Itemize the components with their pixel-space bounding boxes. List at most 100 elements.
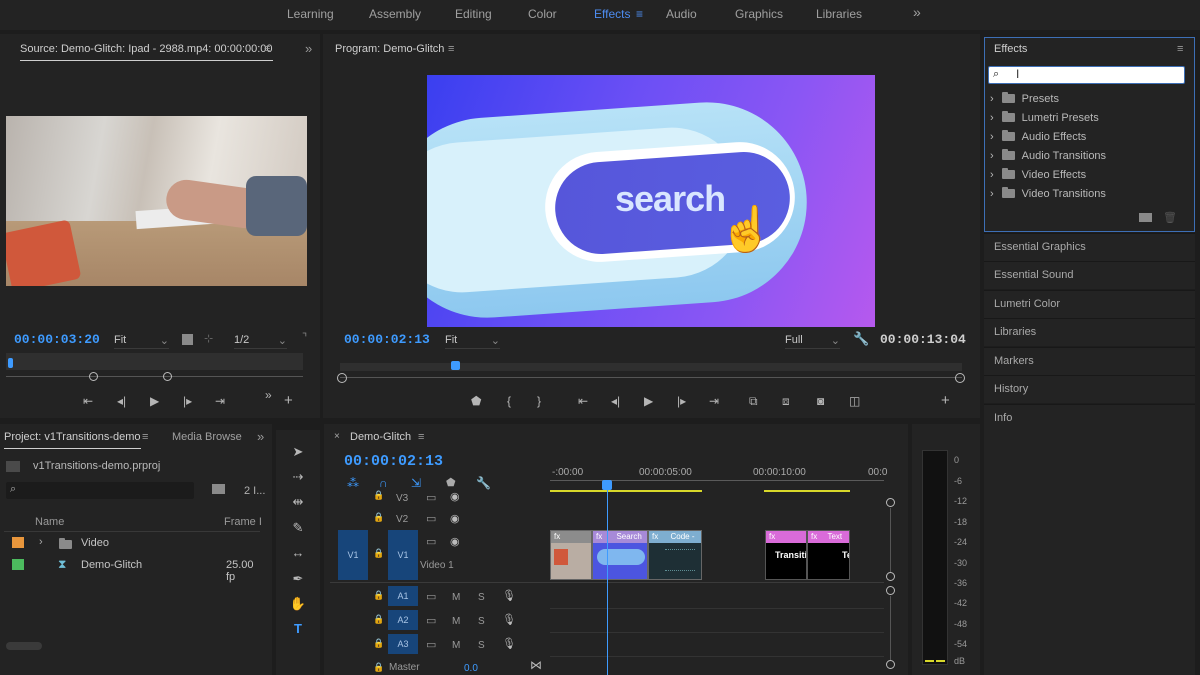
track-select-tool-icon[interactable]: ⇢ xyxy=(288,469,308,487)
wrench-icon[interactable]: 🔧 xyxy=(476,476,491,490)
effects-search-input[interactable] xyxy=(1011,68,1181,82)
horizontal-scrollbar[interactable] xyxy=(6,642,42,650)
eye-icon[interactable]: ◉ xyxy=(450,535,460,548)
camera-icon[interactable]: ◙ xyxy=(817,394,824,408)
wrench-icon[interactable]: 🔧 xyxy=(853,331,869,347)
project-row-video[interactable]: › Video xyxy=(0,533,260,554)
lock-icon[interactable]: 🔒 xyxy=(373,638,384,649)
solo-button[interactable]: S xyxy=(478,640,485,651)
film-icon[interactable]: ▭ xyxy=(426,535,436,548)
zoom-handle-right[interactable] xyxy=(163,372,172,381)
source-title[interactable]: Source: Demo-Glitch: Ipad - 2988.mp4: 00… xyxy=(20,43,273,61)
tree-item-lumetri-presets[interactable]: › Lumetri Presets xyxy=(990,111,1099,131)
add-marker-icon[interactable]: ⬟ xyxy=(446,476,456,489)
zoom-handle-left[interactable] xyxy=(337,373,347,383)
zoom-handle-right[interactable] xyxy=(955,373,965,383)
workspace-color[interactable]: Color xyxy=(528,7,557,21)
lift-icon[interactable]: ⧉ xyxy=(749,394,758,408)
timeline-playhead[interactable] xyxy=(602,480,612,490)
trash-icon[interactable]: 🗑 xyxy=(1163,211,1177,224)
eye-icon[interactable]: ◉ xyxy=(450,512,460,525)
new-bin-icon[interactable] xyxy=(1139,213,1152,222)
track-target-a1[interactable]: A1 xyxy=(388,586,418,606)
film-icon[interactable]: ▭ xyxy=(426,590,436,603)
mute-button[interactable]: M xyxy=(452,640,460,651)
hand-tool-icon[interactable]: ✋ xyxy=(288,596,308,614)
double-chevron-right-icon[interactable]: » xyxy=(265,388,272,402)
scroll-handle-bottom[interactable] xyxy=(886,572,895,581)
panel-markers[interactable]: Markers xyxy=(984,347,1195,375)
column-frame-header[interactable]: Frame I xyxy=(224,516,262,528)
panel-history[interactable]: History xyxy=(984,375,1195,403)
snap-icon[interactable]: ∩ xyxy=(379,476,388,490)
go-to-edit-icon[interactable]: ⋈ xyxy=(530,658,542,672)
microphone-icon[interactable]: 🎙 xyxy=(502,613,516,626)
tree-item-video-effects[interactable]: › Video Effects xyxy=(990,168,1086,188)
clip-text[interactable]: fx Text Te xyxy=(807,530,850,580)
settings-icon[interactable]: ⌝ xyxy=(302,331,307,344)
eye-icon[interactable]: ◉ xyxy=(450,490,460,503)
film-icon[interactable]: ▭ xyxy=(426,638,436,651)
menu-icon[interactable]: ≡ xyxy=(1177,43,1183,55)
selection-tool-icon[interactable]: ➤ xyxy=(288,444,308,462)
program-quality-dropdown[interactable]: Full ⌄ xyxy=(785,334,840,349)
timeline-tab[interactable]: Demo-Glitch xyxy=(350,431,411,443)
program-title[interactable]: Program: Demo-Glitch xyxy=(335,43,444,55)
zoom-bar[interactable] xyxy=(6,376,303,377)
double-chevron-right-icon[interactable]: » xyxy=(257,429,264,444)
double-chevron-right-icon[interactable]: » xyxy=(305,41,312,56)
source-timecode[interactable]: 00:00:03:20 xyxy=(14,332,100,347)
step-back-icon[interactable]: ◂| xyxy=(611,394,620,408)
source-fit-dropdown[interactable]: Fit ⌄ xyxy=(114,334,169,349)
mute-button[interactable]: M xyxy=(452,592,460,603)
go-to-out-icon[interactable]: ⇥ xyxy=(709,394,719,408)
film-icon[interactable]: ▭ xyxy=(426,614,436,627)
workspace-assembly[interactable]: Assembly xyxy=(369,7,421,21)
menu-icon[interactable]: ≡ xyxy=(142,431,148,443)
lock-icon[interactable]: 🔒 xyxy=(373,548,384,559)
step-back-icon[interactable]: ◂| xyxy=(117,394,126,408)
microphone-icon[interactable]: 🎙 xyxy=(502,637,516,650)
extract-icon[interactable]: ⧈ xyxy=(782,394,790,408)
step-forward-icon[interactable]: |▸ xyxy=(183,394,192,408)
play-icon[interactable]: ▶ xyxy=(644,394,653,408)
program-timecode[interactable]: 00:00:02:13 xyxy=(344,332,430,347)
go-to-in-icon[interactable]: ⇤ xyxy=(578,394,588,408)
film-icon[interactable]: ▭ xyxy=(426,491,436,504)
media-browser-tab[interactable]: Media Browse xyxy=(172,431,242,443)
workspace-audio[interactable]: Audio xyxy=(666,7,697,21)
playhead[interactable] xyxy=(8,358,13,368)
panel-lumetri-color[interactable]: Lumetri Color xyxy=(984,290,1195,318)
project-row-sequence[interactable]: ⧗ Demo-Glitch 25.00 fp xyxy=(0,555,260,583)
zoom-bar[interactable] xyxy=(340,377,962,378)
source-patch-v1[interactable]: V1 xyxy=(338,530,368,580)
source-timeline-bar[interactable] xyxy=(6,353,303,370)
vertical-scrollbar[interactable] xyxy=(890,596,891,660)
linked-selection-icon[interactable]: ⇲ xyxy=(411,476,421,490)
mark-out-icon[interactable]: } xyxy=(537,394,541,408)
add-button-icon[interactable]: + xyxy=(284,393,293,408)
project-search-field[interactable]: ⌕ xyxy=(6,482,194,499)
track-target-a3[interactable]: A3 xyxy=(388,634,418,654)
workspace-libraries[interactable]: Libraries xyxy=(816,7,862,21)
go-to-out-icon[interactable]: ⇥ xyxy=(215,394,225,408)
program-fit-dropdown[interactable]: Fit ⌄ xyxy=(445,334,500,349)
effects-title[interactable]: Effects xyxy=(994,43,1027,55)
tree-item-presets[interactable]: › Presets xyxy=(990,92,1059,112)
track-target-v1[interactable]: V1 xyxy=(388,530,418,580)
play-icon[interactable]: ▶ xyxy=(150,394,159,408)
pen-tool-icon[interactable]: ✒ xyxy=(288,571,308,589)
scroll-handle-top[interactable] xyxy=(886,498,895,507)
step-forward-icon[interactable]: |▸ xyxy=(677,394,686,408)
label-color-swatch[interactable] xyxy=(12,537,24,548)
lock-icon[interactable]: 🔒 xyxy=(373,662,384,673)
workspace-learning[interactable]: Learning xyxy=(287,7,334,21)
tree-item-audio-effects[interactable]: › Audio Effects xyxy=(990,130,1086,150)
clip-code[interactable]: fx Code - xyxy=(648,530,702,580)
chevron-right-icon[interactable]: › xyxy=(39,536,43,548)
type-tool-icon[interactable]: T xyxy=(288,621,308,639)
compare-icon[interactable]: ◫ xyxy=(849,394,860,408)
workspace-effects[interactable]: Effects xyxy=(594,7,630,21)
double-chevron-right-icon[interactable]: » xyxy=(913,4,921,20)
clip-transition[interactable]: fx Transitio xyxy=(765,530,807,580)
